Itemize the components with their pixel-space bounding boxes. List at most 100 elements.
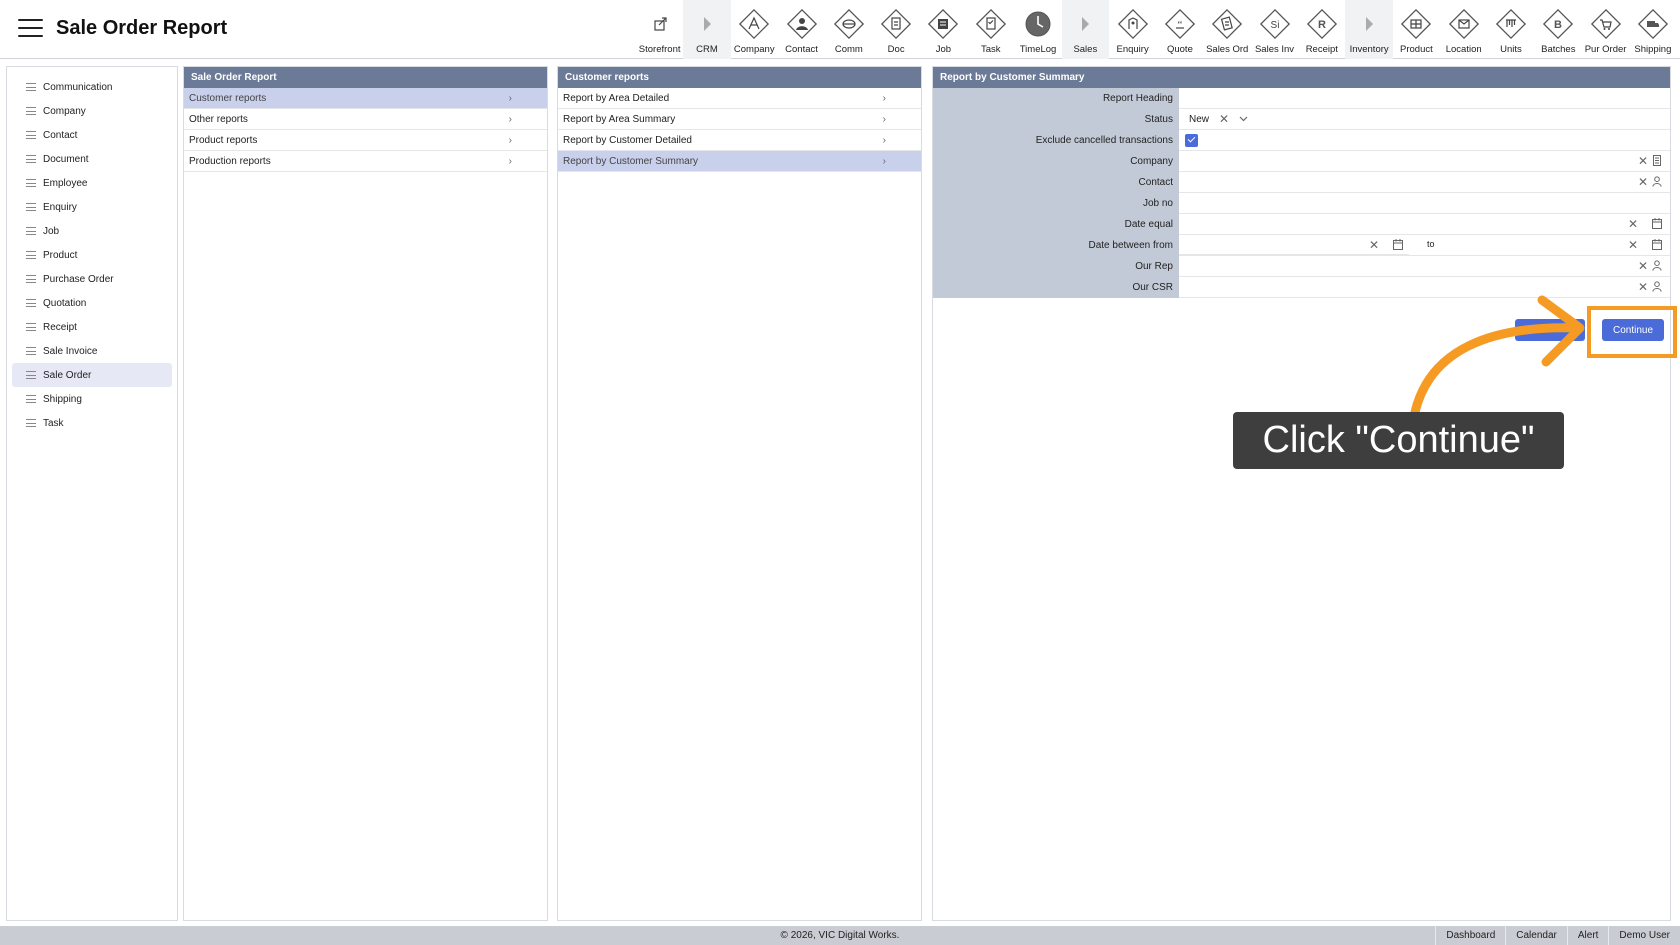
- sidebar-item-receipt[interactable]: Receipt: [12, 315, 172, 339]
- chevron-down-icon[interactable]: [1239, 116, 1248, 122]
- toolbar-inventory[interactable]: Inventory: [1345, 0, 1393, 59]
- clear-icon[interactable]: ✕: [1638, 259, 1648, 273]
- sidebar-item-document[interactable]: Document: [12, 147, 172, 171]
- toolbar-sales-inv[interactable]: Si Sales Inv: [1251, 0, 1298, 59]
- sidebar-item-label: Shipping: [43, 393, 82, 405]
- toolbar-sales-ord[interactable]: Sales Ord: [1204, 0, 1251, 59]
- toolbar-label: Inventory: [1349, 44, 1389, 55]
- toolbar-enquiry[interactable]: Enquiry: [1109, 0, 1156, 59]
- menu-icon[interactable]: [18, 19, 43, 38]
- date-to-input[interactable]: ✕: [1441, 235, 1670, 255]
- toolbar-comm[interactable]: Comm: [825, 0, 872, 59]
- clear-icon[interactable]: ✕: [1638, 280, 1648, 294]
- toolbar-quote[interactable]: “ Quote: [1156, 0, 1203, 59]
- sidebar-item-company[interactable]: Company: [12, 99, 172, 123]
- toolbar-storefront[interactable]: Storefront: [636, 0, 683, 59]
- toolbar-timelog[interactable]: TimeLog: [1014, 0, 1061, 59]
- sidebar-item-quotation[interactable]: Quotation: [12, 291, 172, 315]
- field-label: Report Heading: [933, 88, 1179, 109]
- sidebar-item-label: Task: [43, 417, 64, 429]
- footer-link-calendar[interactable]: Calendar: [1505, 926, 1567, 945]
- clear-icon[interactable]: ✕: [1638, 154, 1648, 168]
- sidebar-item-product[interactable]: Product: [12, 243, 172, 267]
- calendar-icon[interactable]: [1652, 218, 1662, 229]
- toolbar-shipping[interactable]: Shipping: [1629, 0, 1676, 59]
- report-category-panel: Sale Order Report Customer reports › Othe…: [183, 66, 548, 921]
- footer-link-demo-user[interactable]: Demo User: [1608, 926, 1680, 945]
- sidebar-item-purchase-order[interactable]: Purchase Order: [12, 267, 172, 291]
- clear-icon[interactable]: ✕: [1628, 217, 1638, 231]
- toolbar-receipt[interactable]: R Receipt: [1298, 0, 1345, 59]
- list-item[interactable]: Product reports ›: [184, 130, 547, 151]
- clear-icon[interactable]: ✕: [1638, 175, 1648, 189]
- date-from-input[interactable]: ✕: [1179, 235, 1409, 255]
- sidebar-item-enquiry[interactable]: Enquiry: [12, 195, 172, 219]
- toolbar-location[interactable]: Location: [1440, 0, 1487, 59]
- calendar-icon[interactable]: [1652, 239, 1662, 250]
- job-no-input[interactable]: [1179, 193, 1670, 214]
- toolbar-task[interactable]: Task: [967, 0, 1014, 59]
- sidebar-item-employee[interactable]: Employee: [12, 171, 172, 195]
- company-input[interactable]: ✕: [1179, 151, 1670, 172]
- exclude-cancelled-checkbox[interactable]: [1185, 133, 1198, 147]
- clear-icon[interactable]: ✕: [1628, 238, 1638, 252]
- company-icon: [737, 7, 771, 41]
- our-rep-input[interactable]: ✕: [1179, 256, 1670, 277]
- list-icon: [26, 107, 36, 115]
- list-icon: [26, 419, 36, 427]
- toolbar-sales[interactable]: Sales: [1061, 0, 1109, 59]
- toolbar-contact[interactable]: Contact: [778, 0, 825, 59]
- toolbar-job[interactable]: Job: [920, 0, 967, 59]
- person-icon[interactable]: [1652, 281, 1662, 292]
- sidebar-item-label: Document: [43, 153, 89, 165]
- sidebar-item-shipping[interactable]: Shipping: [12, 387, 172, 411]
- list-icon: [26, 203, 36, 211]
- report-heading-input[interactable]: [1179, 88, 1670, 109]
- list-item[interactable]: Report by Customer Detailed ›: [558, 130, 921, 151]
- contact-input[interactable]: ✕: [1179, 172, 1670, 193]
- sidebar-item-sale-order[interactable]: Sale Order: [12, 363, 172, 387]
- chevron-right-icon: ›: [882, 113, 886, 125]
- chevron-right-icon: ›: [508, 92, 512, 104]
- continue-button[interactable]: Continue: [1602, 319, 1664, 341]
- toolbar-pur-order[interactable]: Pur Order: [1582, 0, 1629, 59]
- sidebar-item-communication[interactable]: Communication: [12, 75, 172, 99]
- toolbar-company[interactable]: Company: [731, 0, 778, 59]
- footer-link-dashboard[interactable]: Dashboard: [1435, 926, 1505, 945]
- field-label: Exclude cancelled transactions: [933, 130, 1179, 151]
- person-icon[interactable]: [1652, 260, 1662, 271]
- toolbar-units[interactable]: Units: [1487, 0, 1534, 59]
- list-item-label: Report by Customer Summary: [563, 155, 699, 167]
- sidebar-item-contact[interactable]: Contact: [12, 123, 172, 147]
- page-title: Sale Order Report: [56, 17, 228, 39]
- list-item[interactable]: Production reports ›: [184, 151, 547, 172]
- clear-icon[interactable]: ✕: [1219, 112, 1229, 126]
- sidebar-item-task[interactable]: Task: [12, 411, 172, 435]
- calendar-icon[interactable]: [1393, 239, 1403, 250]
- toolbar-label: Location: [1445, 44, 1482, 55]
- person-icon[interactable]: [1652, 176, 1662, 187]
- sidebar-item-sale-invoice[interactable]: Sale Invoice: [12, 339, 172, 363]
- svg-text:“: “: [1177, 19, 1182, 31]
- form-row-report-heading: Report Heading: [933, 88, 1670, 109]
- status-value: New: [1189, 113, 1210, 125]
- list-item[interactable]: Customer reports ›: [184, 88, 547, 109]
- list-item[interactable]: Report by Area Summary ›: [558, 109, 921, 130]
- company-lookup-icon[interactable]: [1652, 155, 1662, 166]
- toolbar-product[interactable]: Product: [1393, 0, 1440, 59]
- list-item[interactable]: Report by Customer Summary ›: [558, 151, 921, 172]
- form-row-job-no: Job no: [933, 193, 1670, 214]
- clear-icon[interactable]: ✕: [1369, 238, 1379, 252]
- list-item[interactable]: Report by Area Detailed ›: [558, 88, 921, 109]
- toolbar-label: Receipt: [1305, 44, 1338, 55]
- date-equal-input[interactable]: ✕: [1179, 214, 1670, 235]
- toolbar-batches[interactable]: B Batches: [1535, 0, 1582, 59]
- footer-link-alert[interactable]: Alert: [1566, 926, 1609, 945]
- toolbar-crm[interactable]: CRM: [683, 0, 731, 59]
- toolbar-label: Company: [733, 44, 775, 55]
- list-item[interactable]: Other reports ›: [184, 109, 547, 130]
- sidebar-item-job[interactable]: Job: [12, 219, 172, 243]
- toolbar-doc[interactable]: Doc: [872, 0, 919, 59]
- status-select[interactable]: New ✕: [1179, 109, 1670, 130]
- toolbar-label: Shipping: [1634, 44, 1672, 55]
